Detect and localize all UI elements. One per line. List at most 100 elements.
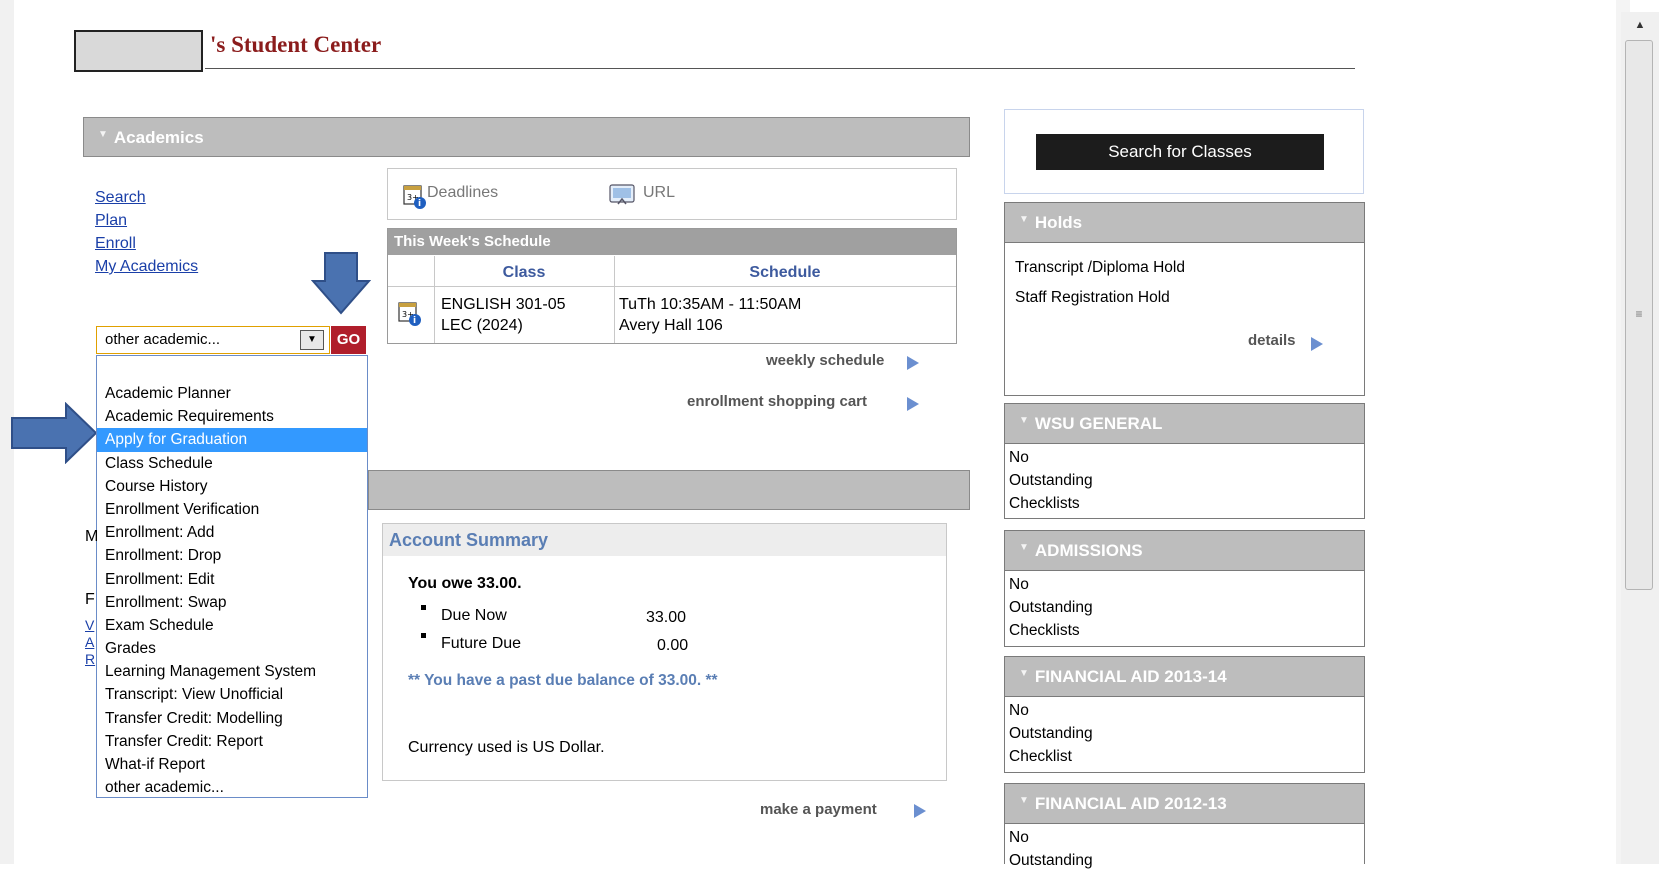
currency-note: Currency used is US Dollar. [408, 739, 605, 756]
account-summary-header: Account Summary [383, 524, 946, 556]
svg-text:i: i [418, 199, 421, 209]
option-academic-planner[interactable]: Academic Planner [97, 382, 367, 405]
hidden-link[interactable]: R [85, 651, 95, 667]
checklist-line: No [1009, 576, 1029, 593]
play-arrow-icon[interactable] [914, 804, 926, 818]
schedule-table-header: This Week's Schedule [388, 229, 956, 255]
future-due-label: Future Due [441, 635, 522, 652]
go-button[interactable]: GO [331, 326, 366, 354]
future-due-value: 0.00 [657, 637, 689, 654]
hidden-text: M [85, 528, 99, 545]
financial-aid-2012-header[interactable]: ▼ FINANCIAL AID 2012-13 [1005, 784, 1364, 824]
academics-links: Search Plan Enroll My Academics [95, 186, 198, 278]
checklist-line: No [1009, 449, 1029, 466]
option-what-if-report[interactable]: What-if Report [97, 753, 367, 776]
financial-aid-2013-panel: ▼ FINANCIAL AID 2013-14 No Outstanding Ch… [1004, 656, 1365, 773]
option-learning-management-system[interactable]: Learning Management System [97, 660, 367, 683]
financial-aid-2012-header-label: FINANCIAL AID 2012-13 [1034, 794, 1227, 813]
checklist-line: No [1009, 829, 1029, 846]
checklist-line: Outstanding [1009, 472, 1093, 489]
blue-arrow-down-icon [311, 252, 371, 315]
option-apply-for-graduation[interactable]: Apply for Graduation [97, 428, 367, 452]
option-other-academic[interactable]: other academic... [97, 776, 367, 799]
option-enrollment-swap[interactable]: Enrollment: Swap [97, 591, 367, 614]
table-row: TuTh 10:35AM - 11:50AM Avery Hall 106 [619, 294, 801, 336]
blue-arrow-right-icon [11, 402, 98, 464]
option-grades[interactable]: Grades [97, 637, 367, 660]
academics-section-header[interactable]: ▼ Academics [83, 117, 970, 157]
table-row: ENGLISH 301-05 LEC (2024) [441, 294, 566, 336]
grip-icon: ≡ [1635, 307, 1643, 321]
admissions-header-label: ADMISSIONS [1034, 541, 1143, 560]
past-due-notice: ** You have a past due balance of 33.00.… [408, 672, 718, 689]
checklist-line: Checklist [1009, 748, 1072, 765]
financial-aid-2012-panel: ▼ FINANCIAL AID 2012-13 No Outstanding [1004, 783, 1365, 869]
url-link[interactable]: URL [643, 184, 675, 202]
holds-details-link[interactable]: details [1248, 332, 1296, 349]
academic-options-dropdown[interactable]: Academic Planner Academic Requirements A… [96, 355, 368, 798]
option-exam-schedule[interactable]: Exam Schedule [97, 614, 367, 637]
weekly-schedule-link[interactable]: weekly schedule [766, 352, 884, 369]
class-location: Avery Hall 106 [619, 317, 723, 334]
checklist-line: Checklists [1009, 622, 1080, 639]
due-now-value: 33.00 [646, 609, 687, 626]
scroll-up-icon[interactable]: ▲ [1621, 12, 1659, 38]
url-link-icon[interactable] [608, 182, 638, 208]
calendar-info-icon[interactable]: 3+ i [398, 300, 422, 326]
deadlines-link[interactable]: Deadlines [427, 184, 498, 202]
hold-item: Transcript /Diploma Hold [1015, 259, 1185, 276]
academics-header-label: Academics [113, 128, 204, 147]
hold-item: Staff Registration Hold [1015, 289, 1170, 306]
admissions-header[interactable]: ▼ ADMISSIONS [1005, 531, 1364, 571]
option-enrollment-drop[interactable]: Enrollment: Drop [97, 544, 367, 567]
triangle-down-icon: ▼ [1019, 668, 1029, 679]
hidden-link[interactable]: V [85, 617, 94, 633]
enroll-link[interactable]: Enroll [95, 232, 198, 255]
search-link[interactable]: Search [95, 186, 198, 209]
option-transfer-credit-report[interactable]: Transfer Credit: Report [97, 730, 367, 753]
redacted-name-box [74, 30, 203, 72]
holds-header[interactable]: ▼ Holds [1005, 203, 1364, 243]
shopping-cart-link[interactable]: enrollment shopping cart [687, 393, 867, 410]
option-transfer-credit-modelling[interactable]: Transfer Credit: Modelling [97, 707, 367, 730]
triangle-down-icon: ▼ [1019, 415, 1029, 426]
option-academic-requirements[interactable]: Academic Requirements [97, 405, 367, 428]
calendar-info-icon[interactable]: 3+ i [403, 183, 427, 209]
option-enrollment-edit[interactable]: Enrollment: Edit [97, 568, 367, 591]
option-class-schedule[interactable]: Class Schedule [97, 452, 367, 475]
my-academics-link[interactable]: My Academics [95, 255, 198, 278]
wsu-general-panel: ▼ WSU GENERAL No Outstanding Checklists [1004, 403, 1365, 519]
class-name: ENGLISH 301-05 [441, 296, 566, 313]
column-header-class: Class [502, 264, 546, 281]
financial-aid-2013-header-label: FINANCIAL AID 2013-14 [1034, 667, 1227, 686]
holds-panel: ▼ Holds Transcript /Diploma Hold Staff Re… [1004, 202, 1365, 396]
amount-owed: You owe 33.00. [408, 575, 522, 592]
play-arrow-icon[interactable] [907, 397, 919, 411]
plan-link[interactable]: Plan [95, 209, 198, 232]
finances-section-header[interactable] [368, 470, 970, 510]
triangle-down-icon: ▼ [1019, 542, 1029, 553]
play-arrow-icon[interactable] [1311, 337, 1323, 351]
play-arrow-icon[interactable] [907, 356, 919, 370]
financial-aid-2013-header[interactable]: ▼ FINANCIAL AID 2013-14 [1005, 657, 1364, 697]
other-academic-select[interactable]: other academic... [96, 326, 330, 354]
make-payment-link[interactable]: make a payment [760, 801, 877, 818]
class-time: TuTh 10:35AM - 11:50AM [619, 296, 802, 313]
wsu-general-header[interactable]: ▼ WSU GENERAL [1005, 404, 1364, 444]
table-divider [388, 286, 956, 287]
search-for-classes-button[interactable]: Search for Classes [1036, 134, 1324, 170]
option-transcript-view-unofficial[interactable]: Transcript: View Unofficial [97, 683, 367, 706]
due-now-label: Due Now [441, 607, 507, 624]
admissions-panel: ▼ ADMISSIONS No Outstanding Checklists [1004, 530, 1365, 647]
bullet [421, 605, 426, 610]
option-course-history[interactable]: Course History [97, 475, 367, 498]
triangle-down-icon: ▼ [1019, 214, 1029, 225]
option-enrollment-verification[interactable]: Enrollment Verification [97, 498, 367, 521]
svg-text:i: i [413, 316, 416, 326]
column-header-schedule: Schedule [749, 264, 821, 281]
checklist-line: No [1009, 702, 1029, 719]
hidden-text: F [85, 591, 95, 608]
chevron-down-icon[interactable]: ▼ [300, 330, 324, 350]
option-enrollment-add[interactable]: Enrollment: Add [97, 521, 367, 544]
hidden-link[interactable]: A [85, 634, 94, 650]
